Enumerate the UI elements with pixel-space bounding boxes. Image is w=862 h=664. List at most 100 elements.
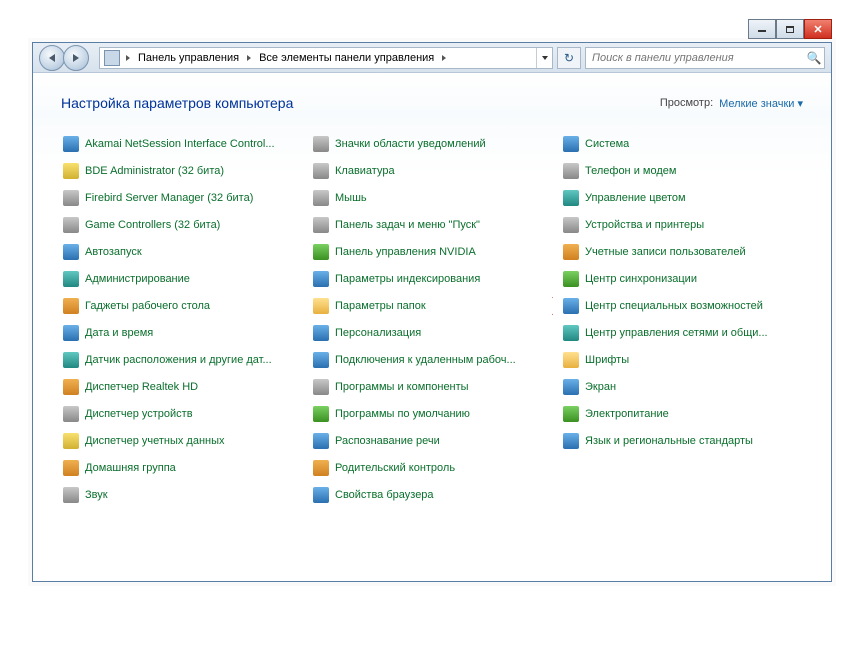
minimize-button[interactable]	[748, 19, 776, 39]
control-panel-item[interactable]: Язык и региональные стандарты	[561, 432, 803, 450]
control-panel-item[interactable]: Система	[561, 135, 803, 153]
control-panel-item[interactable]: Параметры индексирования	[311, 270, 553, 288]
close-button[interactable]: ✕	[804, 19, 832, 39]
control-panel-item[interactable]: Экран	[561, 378, 803, 396]
control-panel-item[interactable]: Панель управления NVIDIA	[311, 243, 553, 261]
control-panel-item[interactable]: Диспетчер Realtek HD	[61, 378, 303, 396]
item-label: Язык и региональные стандарты	[585, 435, 753, 447]
search-icon[interactable]: 🔍	[804, 48, 824, 68]
control-panel-item[interactable]: Центр специальных возможностей	[561, 297, 803, 315]
address-bar[interactable]: Панель управления Все элементы панели уп…	[99, 47, 553, 69]
item-icon	[563, 136, 579, 152]
item-icon	[63, 379, 79, 395]
minimize-icon	[758, 30, 766, 32]
control-panel-item[interactable]: Диспетчер учетных данных	[61, 432, 303, 450]
item-label: Akamai NetSession Interface Control...	[85, 138, 275, 150]
item-label: Датчик расположения и другие дат...	[85, 354, 272, 366]
item-icon	[563, 325, 579, 341]
item-label: Домашняя группа	[85, 462, 176, 474]
caret-down-icon: ▾	[797, 98, 803, 110]
control-panel-item[interactable]: Диспетчер устройств	[61, 405, 303, 423]
item-icon	[313, 487, 329, 503]
item-icon	[63, 136, 79, 152]
item-icon	[313, 271, 329, 287]
titlebar: Панель управления Все элементы панели уп…	[33, 43, 831, 73]
back-button[interactable]	[39, 45, 65, 71]
search-box[interactable]: 🔍	[585, 47, 825, 69]
control-panel-item[interactable]: Распознавание речи	[311, 432, 553, 450]
item-icon	[563, 163, 579, 179]
control-panel-item[interactable]: Персонализация	[311, 324, 553, 342]
item-icon	[563, 244, 579, 260]
control-panel-item[interactable]: Электропитание	[561, 405, 803, 423]
control-panel-item[interactable]: Устройства и принтеры	[561, 216, 803, 234]
item-label: Администрирование	[85, 273, 190, 285]
breadcrumb-level-1[interactable]: Панель управления	[132, 48, 245, 68]
item-icon	[63, 217, 79, 233]
item-icon	[63, 406, 79, 422]
item-label: BDE Administrator (32 бита)	[85, 165, 224, 177]
item-label: Автозапуск	[85, 246, 142, 258]
forward-button[interactable]	[63, 45, 89, 71]
control-panel-item[interactable]: Мышь	[311, 189, 553, 207]
content-area: Настройка параметров компьютера Просмотр…	[33, 73, 831, 581]
control-panel-item[interactable]: Учетные записи пользователей	[561, 243, 803, 261]
control-panel-item[interactable]: Клавиатура	[311, 162, 553, 180]
control-panel-item[interactable]: Автозапуск	[61, 243, 303, 261]
item-icon	[563, 271, 579, 287]
chevron-right-icon	[442, 55, 446, 61]
view-mode-link[interactable]: Мелкие значки ▾	[719, 97, 803, 110]
control-panel-item[interactable]: Родительский контроль	[311, 459, 553, 477]
control-panel-item[interactable]: Телефон и модем	[561, 162, 803, 180]
item-icon	[313, 217, 329, 233]
item-label: Персонализация	[335, 327, 421, 339]
item-icon	[63, 352, 79, 368]
control-panel-item[interactable]: Шрифты	[561, 351, 803, 369]
control-panel-item[interactable]: Game Controllers (32 бита)	[61, 216, 303, 234]
control-panel-item[interactable]: Гаджеты рабочего стола	[61, 297, 303, 315]
item-label: Центр синхронизации	[585, 273, 697, 285]
breadcrumb-level-2[interactable]: Все элементы панели управления	[253, 48, 440, 68]
control-panel-item[interactable]: Программы по умолчанию	[311, 405, 553, 423]
items-grid: Akamai NetSession Interface Control... Зн…	[61, 135, 803, 504]
view-options: Просмотр: Мелкие значки ▾	[660, 97, 803, 110]
item-icon	[63, 271, 79, 287]
item-label: Диспетчер Realtek HD	[85, 381, 198, 393]
item-icon	[313, 298, 329, 314]
control-panel-item[interactable]: Управление цветом	[561, 189, 803, 207]
control-panel-item[interactable]: Akamai NetSession Interface Control...	[61, 135, 303, 153]
page-title: Настройка параметров компьютера	[61, 95, 293, 111]
control-panel-item[interactable]: Подключения к удаленным рабоч...	[311, 351, 553, 369]
control-panel-item[interactable]: Firebird Server Manager (32 бита)	[61, 189, 303, 207]
control-panel-item[interactable]: Центр управления сетями и общи...	[561, 324, 803, 342]
item-label: Центр управления сетями и общи...	[585, 327, 768, 339]
refresh-icon: ↻	[564, 51, 574, 65]
item-label: Учетные записи пользователей	[585, 246, 746, 258]
control-panel-item[interactable]: Программы и компоненты	[311, 378, 553, 396]
control-panel-item[interactable]: Панель задач и меню "Пуск"	[311, 216, 553, 234]
view-label: Просмотр:	[660, 97, 713, 109]
item-icon	[563, 379, 579, 395]
control-panel-item[interactable]: Администрирование	[61, 270, 303, 288]
control-panel-item[interactable]: Центр синхронизации	[561, 270, 803, 288]
item-label: Система	[585, 138, 629, 150]
control-panel-item[interactable]: Параметры папок	[311, 297, 553, 315]
address-dropdown[interactable]	[536, 48, 552, 68]
item-icon	[63, 244, 79, 260]
item-icon	[313, 136, 329, 152]
refresh-button[interactable]: ↻	[557, 47, 581, 69]
control-panel-item[interactable]: Свойства браузера	[311, 486, 553, 504]
control-panel-item[interactable]: Значки области уведомлений	[311, 135, 553, 153]
content-header: Настройка параметров компьютера Просмотр…	[61, 95, 803, 111]
control-panel-item[interactable]: Дата и время	[61, 324, 303, 342]
search-input[interactable]	[586, 48, 804, 68]
control-panel-item[interactable]: Звук	[61, 486, 303, 504]
item-icon	[563, 217, 579, 233]
control-panel-item[interactable]: Домашняя группа	[61, 459, 303, 477]
control-panel-item[interactable]: Датчик расположения и другие дат...	[61, 351, 303, 369]
arrow-left-icon	[49, 54, 55, 62]
caret-down-icon	[542, 56, 548, 60]
item-label: Параметры папок	[335, 300, 426, 312]
control-panel-item[interactable]: BDE Administrator (32 бита)	[61, 162, 303, 180]
maximize-button[interactable]	[776, 19, 804, 39]
